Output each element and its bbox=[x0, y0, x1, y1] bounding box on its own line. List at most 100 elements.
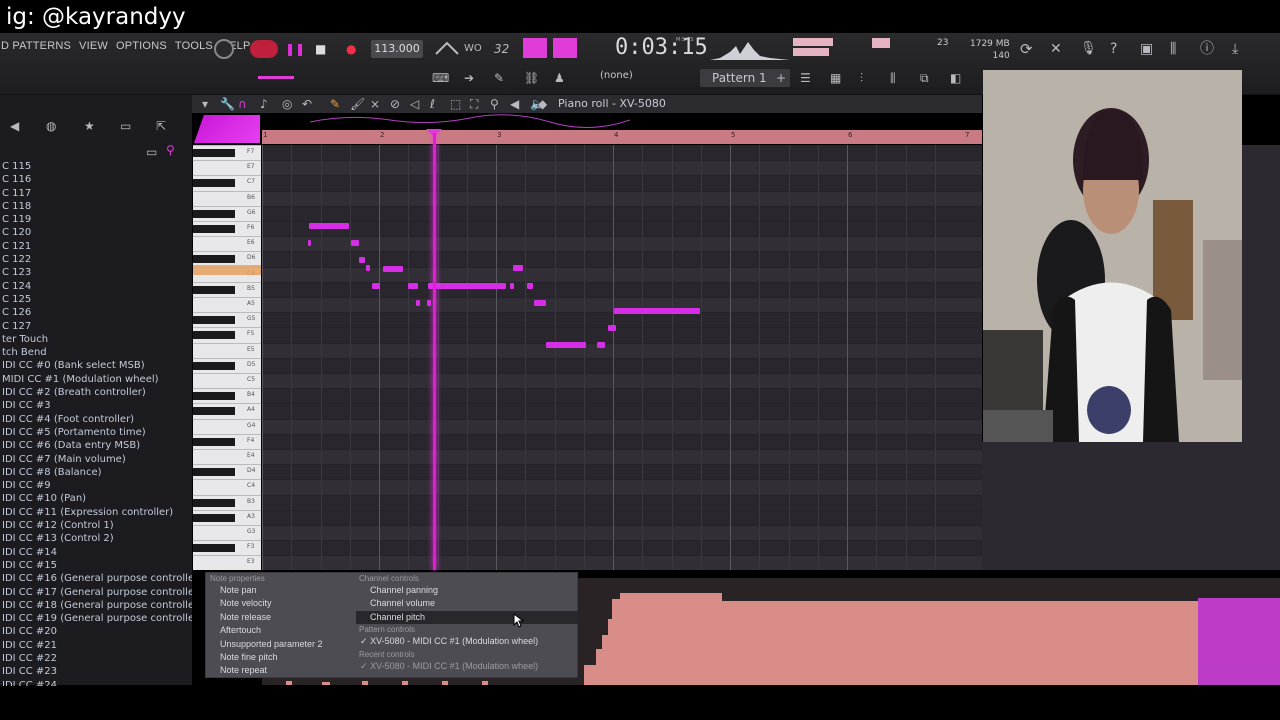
browser-item[interactable]: C 120 bbox=[0, 226, 192, 239]
browser-item[interactable]: C 123 bbox=[0, 266, 192, 279]
midi-note[interactable] bbox=[372, 283, 380, 289]
midi-note[interactable] bbox=[614, 308, 700, 314]
midi-note[interactable] bbox=[534, 300, 546, 306]
mixer-icon[interactable]: ⫼ bbox=[1170, 40, 1176, 58]
midi-note[interactable] bbox=[308, 240, 311, 246]
browser-item[interactable]: IDI CC #3 bbox=[0, 399, 192, 412]
black-key[interactable] bbox=[193, 285, 235, 294]
midi-note[interactable] bbox=[408, 283, 418, 289]
step-value[interactable]: 32 bbox=[494, 40, 509, 58]
add-pattern-icon[interactable]: + bbox=[776, 69, 786, 87]
browser-item[interactable]: MIDI CC #1 (Modulation wheel) bbox=[0, 373, 192, 386]
tempo-display[interactable]: 113.000 bbox=[371, 40, 423, 58]
blend-notes-icon[interactable] bbox=[553, 38, 577, 58]
black-key[interactable] bbox=[193, 209, 235, 218]
browser-item[interactable]: C 122 bbox=[0, 253, 192, 266]
wrench-icon[interactable]: 🔧 bbox=[220, 95, 235, 113]
browser-item[interactable]: IDI CC #9 bbox=[0, 479, 192, 492]
browser-item[interactable]: IDI CC #19 (General purpose controller 4… bbox=[0, 612, 192, 625]
loop-icon[interactable]: ◎ bbox=[282, 95, 292, 113]
menu-view[interactable]: VIEW bbox=[78, 40, 109, 58]
slip-icon[interactable]: ℓ bbox=[430, 95, 435, 113]
midi-note[interactable] bbox=[359, 257, 365, 263]
event-value-bar[interactable] bbox=[612, 599, 620, 685]
arrow-right-icon[interactable]: ➔ bbox=[464, 69, 474, 87]
browser-item[interactable]: IDI CC #13 (Control 2) bbox=[0, 532, 192, 545]
black-key[interactable] bbox=[193, 149, 235, 157]
back-icon[interactable]: ◀ bbox=[10, 117, 19, 135]
master-volume-knob-icon[interactable] bbox=[210, 38, 240, 60]
menu-options[interactable]: OPTIONS bbox=[115, 40, 168, 58]
black-key[interactable] bbox=[193, 498, 235, 507]
browser-item[interactable]: C 121 bbox=[0, 240, 192, 253]
browser-item[interactable]: C 117 bbox=[0, 187, 192, 200]
typing-keyboard-icon[interactable] bbox=[523, 38, 547, 58]
midi-note[interactable] bbox=[527, 283, 533, 289]
black-key[interactable] bbox=[193, 513, 235, 522]
snap-select[interactable]: (none) bbox=[600, 70, 633, 81]
browser-item[interactable]: IDI CC #22 bbox=[0, 652, 192, 665]
browser-item[interactable]: ter Touch bbox=[0, 333, 192, 346]
mute-icon[interactable]: ⊘ bbox=[390, 95, 400, 113]
zoom-icon[interactable]: ⚲ bbox=[490, 95, 499, 113]
midi-note[interactable] bbox=[428, 283, 506, 289]
event-value-bar[interactable] bbox=[722, 601, 1198, 685]
menu-unsupported-parameter[interactable]: Unsupported parameter 2 bbox=[206, 638, 356, 651]
black-key[interactable] bbox=[193, 407, 235, 416]
black-key[interactable] bbox=[193, 468, 235, 477]
note-icon[interactable]: ♪ bbox=[260, 95, 268, 113]
browser-item[interactable]: IDI CC #8 (Balance) bbox=[0, 466, 192, 479]
browser-item[interactable]: tch Bend bbox=[0, 346, 192, 359]
browser-item[interactable]: IDI CC #17 (General purpose controller 2… bbox=[0, 586, 192, 599]
event-value-bar[interactable] bbox=[482, 681, 488, 685]
browser-window-icon[interactable]: ⧉ bbox=[920, 69, 929, 87]
magnet-icon[interactable]: ∩ bbox=[238, 95, 247, 113]
black-key[interactable] bbox=[193, 392, 235, 401]
black-key[interactable] bbox=[193, 544, 235, 553]
piano-roll-icon[interactable]: ⌨ bbox=[432, 69, 449, 87]
paint-icon[interactable]: 🖌 bbox=[350, 95, 365, 113]
midi-note[interactable] bbox=[513, 265, 523, 271]
wait-input-icon[interactable]: WO bbox=[464, 40, 482, 58]
event-value-bar[interactable] bbox=[442, 681, 448, 685]
download-icon[interactable]: ⤓ bbox=[1232, 40, 1238, 58]
browser-item[interactable]: C 126 bbox=[0, 306, 192, 319]
black-key[interactable] bbox=[193, 437, 235, 446]
menu-recent-modwheel[interactable]: ✓ XV-5080 - MIDI CC #1 (Modulation wheel… bbox=[356, 660, 579, 673]
black-key[interactable] bbox=[193, 179, 235, 188]
link-icon[interactable]: ⛓ bbox=[524, 69, 539, 87]
browser-item[interactable]: C 115 bbox=[0, 160, 192, 173]
pause-icon[interactable]: ❚❚ bbox=[285, 40, 305, 58]
browser-item[interactable]: IDI CC #4 (Foot controller) bbox=[0, 413, 192, 426]
browser-item[interactable]: C 116 bbox=[0, 173, 192, 186]
star-icon[interactable]: ★ bbox=[84, 117, 95, 135]
stop-icon[interactable]: ■ bbox=[315, 40, 326, 58]
playback-icon[interactable]: ◀ bbox=[510, 95, 519, 113]
dropdown-icon[interactable]: ▾ bbox=[202, 95, 208, 113]
black-key[interactable] bbox=[193, 255, 235, 264]
black-key[interactable] bbox=[193, 225, 235, 233]
browser-item[interactable]: IDI CC #15 bbox=[0, 559, 192, 572]
record-icon[interactable]: ● bbox=[346, 40, 356, 58]
draw-pencil-icon[interactable]: ✎ bbox=[330, 95, 340, 113]
search-icon[interactable]: ⚲ bbox=[166, 141, 175, 159]
browser-menu-icon[interactable]: ⇱ bbox=[156, 117, 166, 135]
master-pitch-slider[interactable] bbox=[258, 76, 294, 79]
event-value-bar[interactable] bbox=[362, 681, 368, 685]
browser-item[interactable]: C 127 bbox=[0, 320, 192, 333]
midi-note[interactable] bbox=[383, 266, 403, 272]
menu-tools[interactable]: TOOLS bbox=[174, 40, 214, 58]
black-key[interactable] bbox=[193, 316, 235, 325]
browser-item[interactable]: IDI CC #10 (Pan) bbox=[0, 492, 192, 505]
browser-item[interactable]: C 118 bbox=[0, 200, 192, 213]
browser-item[interactable]: IDI CC #6 (Data entry MSB) bbox=[0, 439, 192, 452]
midi-note[interactable] bbox=[351, 240, 359, 246]
info-icon[interactable]: ⓘ bbox=[1200, 40, 1214, 58]
browser-item[interactable]: IDI CC #2 (Breath controller) bbox=[0, 386, 192, 399]
browser-item[interactable]: C 119 bbox=[0, 213, 192, 226]
browser-item[interactable]: IDI CC #0 (Bank select MSB) bbox=[0, 359, 192, 372]
browser-item[interactable]: IDI CC #11 (Expression controller) bbox=[0, 506, 192, 519]
globe-icon[interactable]: ◍ bbox=[46, 117, 56, 135]
microphone-icon[interactable]: 🎙 bbox=[1080, 40, 1097, 58]
event-value-bar[interactable] bbox=[402, 681, 408, 685]
